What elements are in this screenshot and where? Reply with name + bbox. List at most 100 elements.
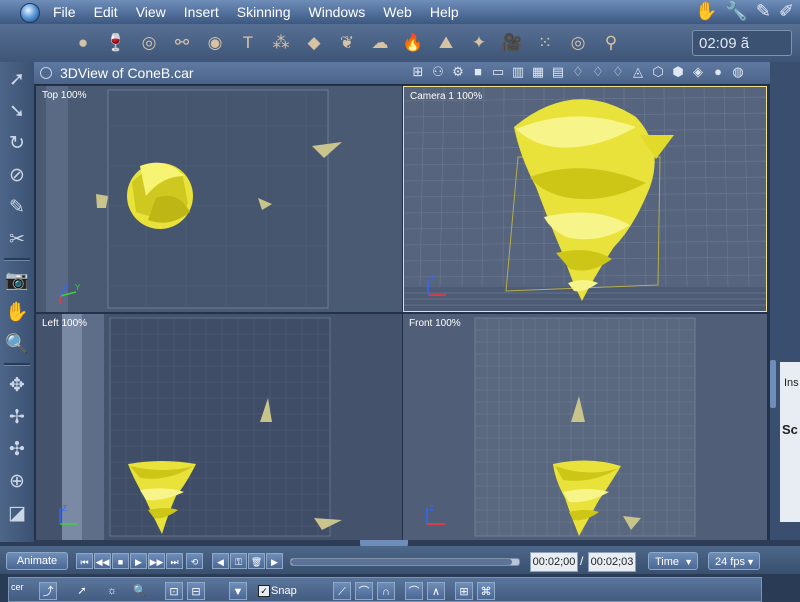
frame-icon[interactable]: ⊟: [187, 582, 205, 600]
smooth-shade-icon[interactable]: ●: [710, 64, 726, 80]
camera-tool-icon[interactable]: 📷: [2, 265, 32, 295]
menu-view[interactable]: View: [127, 0, 175, 24]
layout-four-icon[interactable]: ▦: [530, 64, 546, 80]
lathe-icon[interactable]: 🍷: [101, 28, 131, 58]
camera-icon[interactable]: 🎥: [497, 28, 527, 58]
menu-web[interactable]: Web: [374, 0, 421, 24]
text-3d-icon[interactable]: T: [233, 28, 263, 58]
play-icon[interactable]: ▶: [130, 553, 147, 569]
torus-icon[interactable]: ◉: [200, 28, 230, 58]
menu-skinning[interactable]: Skinning: [228, 0, 300, 24]
curve-ease-in-icon[interactable]: ⌒: [405, 582, 423, 600]
panel-collapse-handle[interactable]: [770, 360, 776, 408]
viewport-top[interactable]: Top 100% Y: [36, 86, 402, 312]
light-marker[interactable]: [96, 194, 108, 208]
hand-pan-icon[interactable]: ✋: [2, 297, 32, 327]
fps-dropdown[interactable]: 24 fps ▼: [708, 552, 760, 570]
go-start-icon[interactable]: ⏮: [76, 553, 93, 569]
menu-help[interactable]: Help: [421, 0, 468, 24]
bounding-box-icon[interactable]: ◬: [630, 64, 646, 80]
terrain-icon[interactable]: ◆: [299, 28, 329, 58]
channel-icon[interactable]: ⊞: [455, 582, 473, 600]
landscape-icon[interactable]: ⛰: [431, 28, 461, 58]
hidden-line-icon[interactable]: ⬢: [670, 64, 686, 80]
current-time-field[interactable]: 00:02;00: [530, 552, 578, 572]
curve-linear-icon[interactable]: ⟋: [333, 582, 351, 600]
app-logo-icon[interactable]: [20, 3, 40, 23]
group-icon[interactable]: ⁙: [530, 28, 560, 58]
eyedropper-icon[interactable]: ✂: [2, 224, 32, 254]
time-slider[interactable]: [290, 558, 520, 566]
link-icon[interactable]: ⊘: [2, 160, 32, 190]
prev-key-icon[interactable]: ◀: [212, 553, 229, 569]
stop-icon[interactable]: ■: [112, 553, 129, 569]
sun-icon[interactable]: ☼: [103, 582, 121, 600]
close-icon[interactable]: [40, 67, 52, 79]
end-time-field[interactable]: 00:02;03: [588, 552, 636, 572]
cloud-icon[interactable]: ☁: [365, 28, 395, 58]
key-icon[interactable]: ⚿: [230, 553, 247, 569]
menu-file[interactable]: File: [44, 0, 85, 24]
selection-arrow-icon[interactable]: ➚: [2, 64, 32, 94]
trackball-icon[interactable]: ⊕: [2, 466, 32, 496]
fast-forward-icon[interactable]: ▶▶: [148, 553, 165, 569]
curve-smooth-icon[interactable]: ∩: [377, 582, 395, 600]
viewport-left[interactable]: Left 100% Z: [36, 314, 402, 540]
wrench-room-icon[interactable]: 🔧: [725, 0, 747, 24]
light-icon[interactable]: ✦: [464, 28, 494, 58]
zoom-icon[interactable]: 🔍: [2, 329, 32, 359]
rotate-icon[interactable]: ↻: [2, 128, 32, 158]
binoculars-icon[interactable]: ⚇: [430, 64, 446, 80]
animate-button[interactable]: Animate: [6, 552, 68, 570]
brush-tool-icon[interactable]: ✎: [2, 192, 32, 222]
bone-icon[interactable]: ⚲: [596, 28, 626, 58]
preview-mode-1-icon[interactable]: ♢: [570, 64, 586, 80]
layout-two-v-icon[interactable]: ▥: [510, 64, 526, 80]
fit-icon[interactable]: ⊡: [165, 582, 183, 600]
pen-room-icon[interactable]: ✎: [756, 0, 771, 24]
move-plane-icon[interactable]: ✢: [2, 402, 32, 432]
texture-shade-icon[interactable]: ◍: [730, 64, 746, 80]
delete-key-icon[interactable]: 🗑: [248, 553, 265, 569]
menu-windows[interactable]: Windows: [300, 0, 375, 24]
snap-checkbox[interactable]: ✓: [258, 585, 270, 597]
snap-options-dropdown[interactable]: ▼: [229, 582, 247, 600]
sphere-icon[interactable]: ●: [68, 28, 98, 58]
brush-room-icon[interactable]: ✐: [779, 0, 794, 24]
viewport-camera[interactable]: Camera 1 100% Z: [403, 86, 767, 312]
plant-icon[interactable]: ❦: [332, 28, 362, 58]
magnify-icon[interactable]: 🔍: [131, 582, 149, 600]
layout-two-h-icon[interactable]: ▭: [490, 64, 506, 80]
next-key-icon[interactable]: ▶: [266, 553, 283, 569]
curve-ease-out-icon[interactable]: ∧: [427, 582, 445, 600]
gear-icon[interactable]: ⚙: [450, 64, 466, 80]
layout-three-icon[interactable]: ▤: [550, 64, 566, 80]
camera-list-icon[interactable]: ⊞: [410, 64, 426, 80]
scale-icon[interactable]: ◪: [2, 498, 32, 528]
target-icon[interactable]: ◎: [563, 28, 593, 58]
cone-top-view[interactable]: [127, 162, 193, 229]
layout-single-icon[interactable]: ■: [470, 64, 486, 80]
curve-bezier-icon[interactable]: ⌒: [355, 582, 373, 600]
move-axis-icon[interactable]: ✣: [2, 434, 32, 464]
fire-icon[interactable]: 🔥: [398, 28, 428, 58]
skeleton-icon[interactable]: ⚯: [167, 28, 197, 58]
preview-mode-3-icon[interactable]: ♢: [610, 64, 626, 80]
move-icon[interactable]: ✥: [2, 370, 32, 400]
viewport-front[interactable]: Front 100% Z: [403, 314, 767, 540]
menu-insert[interactable]: Insert: [175, 0, 228, 24]
graph-icon[interactable]: ⤴: [39, 582, 57, 600]
flat-shade-icon[interactable]: ◈: [690, 64, 706, 80]
time-format-dropdown[interactable]: Time ▼: [648, 552, 698, 570]
tweener-icon[interactable]: ⌘: [477, 582, 495, 600]
wire-box-icon[interactable]: ⬡: [650, 64, 666, 80]
particles-icon[interactable]: ⁂: [266, 28, 296, 58]
pointer-icon[interactable]: ➚: [73, 582, 91, 600]
go-end-icon[interactable]: ⏭: [166, 553, 183, 569]
menu-edit[interactable]: Edit: [85, 0, 127, 24]
subselect-arrow-icon[interactable]: ➘: [2, 96, 32, 126]
preview-mode-2-icon[interactable]: ♢: [590, 64, 606, 80]
hand-room-icon[interactable]: ✋: [695, 0, 717, 24]
rewind-icon[interactable]: ◀◀: [94, 553, 111, 569]
globe-icon[interactable]: ◎: [134, 28, 164, 58]
